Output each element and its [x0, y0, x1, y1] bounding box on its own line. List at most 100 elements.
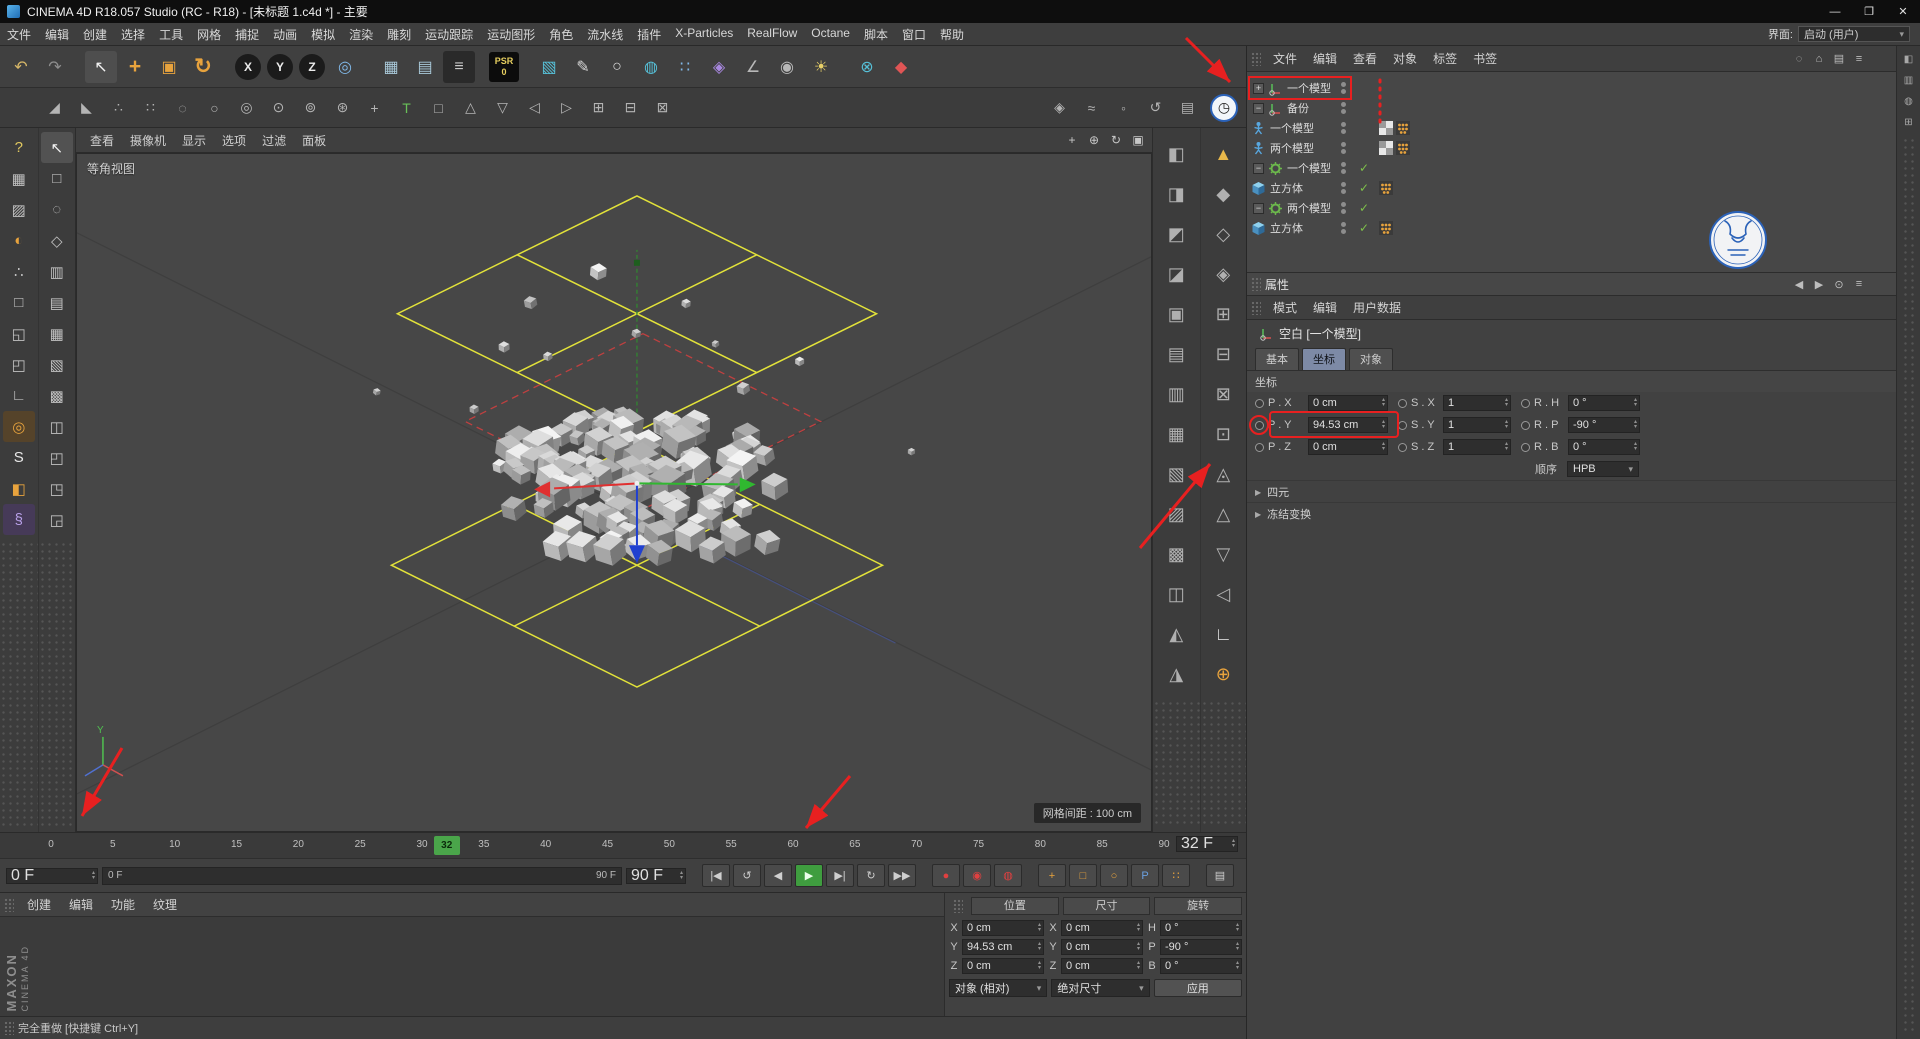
- menu-item[interactable]: 显示: [174, 132, 214, 149]
- panel-grip[interactable]: [953, 899, 963, 913]
- palette-icon[interactable]: ◫: [41, 411, 73, 442]
- command-palette-icon[interactable]: ◫: [1157, 574, 1195, 614]
- visibility-dots[interactable]: [1341, 162, 1346, 174]
- object-row[interactable]: 一个模型: [1247, 118, 1896, 138]
- menu-item[interactable]: 运动图形: [480, 26, 542, 43]
- menu-item[interactable]: 过滤: [254, 132, 294, 149]
- px-field[interactable]: 0 cm: [1308, 395, 1388, 411]
- keyframe-dot[interactable]: [1398, 399, 1407, 408]
- menu-item[interactable]: 创建: [18, 896, 60, 913]
- menu-item[interactable]: 窗口: [895, 26, 933, 43]
- command-palette-icon[interactable]: ▽: [1204, 534, 1242, 574]
- find-icon[interactable]: ◌: [1790, 50, 1808, 68]
- command-palette-icon[interactable]: ⊠: [1204, 374, 1242, 414]
- add-environment-button[interactable]: ∠: [737, 51, 769, 83]
- timeline-ruler[interactable]: 051015202530354045505560657075808590 32 …: [0, 832, 1246, 858]
- keyframe-dot[interactable]: [1521, 421, 1530, 430]
- maximize-button[interactable]: ❐: [1852, 0, 1886, 23]
- menu-item[interactable]: 创建: [76, 26, 114, 43]
- redo-button[interactable]: ↷: [39, 51, 71, 83]
- menu-item[interactable]: 查看: [82, 132, 122, 149]
- spinner[interactable]: [1503, 442, 1510, 452]
- workplane-mode-button[interactable]: ∟: [3, 380, 35, 411]
- psr-badge[interactable]: PSR 0: [489, 52, 519, 82]
- keyframe-dot[interactable]: [1255, 399, 1264, 408]
- enabled-check-icon[interactable]: [1359, 201, 1369, 215]
- workplane-icon[interactable]: ∟: [1204, 614, 1242, 654]
- frame-ruler[interactable]: 051015202530354045505560657075808590: [0, 833, 1246, 858]
- panel-grip[interactable]: [4, 1021, 14, 1035]
- coordinate-mode-select[interactable]: 对象 (相对): [949, 979, 1047, 997]
- position-x-field[interactable]: 0 cm: [962, 920, 1044, 936]
- command-palette-icon[interactable]: ◪: [1157, 254, 1195, 294]
- home-icon[interactable]: ⌂: [1810, 50, 1828, 68]
- tab-coordinates[interactable]: 坐标: [1302, 348, 1346, 370]
- spinner[interactable]: [1503, 398, 1510, 408]
- move-tool[interactable]: +: [119, 51, 151, 83]
- menu-item[interactable]: 动画: [266, 26, 304, 43]
- menu-item[interactable]: 文件: [1265, 50, 1305, 67]
- record-parameter-button[interactable]: P: [1131, 864, 1159, 887]
- coordinates-section-header[interactable]: 坐标: [1247, 370, 1896, 392]
- render-picture-viewer-button[interactable]: ▤: [409, 51, 441, 83]
- undo-button[interactable]: ↶: [5, 51, 37, 83]
- palette-icon[interactable]: ▦: [41, 318, 73, 349]
- loop-button[interactable]: ↻: [857, 864, 885, 887]
- record-scale-button[interactable]: □: [1069, 864, 1097, 887]
- object-row[interactable]: 备份: [1247, 98, 1896, 118]
- modeling-tool-icon[interactable]: ◦: [1109, 94, 1138, 122]
- expand-toggle[interactable]: [1253, 83, 1264, 94]
- command-palette-icon[interactable]: ▩: [1157, 534, 1195, 574]
- keyframe-dot[interactable]: [1255, 421, 1264, 430]
- visibility-dots[interactable]: [1341, 222, 1346, 234]
- command-palette-icon[interactable]: ◬: [1204, 454, 1242, 494]
- zoom-view-icon[interactable]: ⊕: [1084, 130, 1104, 150]
- particle-group-tag-icon[interactable]: [1379, 221, 1393, 235]
- model-mode-button[interactable]: ▨: [3, 194, 35, 225]
- rotation-h-field[interactable]: 0 °: [1160, 920, 1242, 936]
- spinner[interactable]: [1380, 442, 1387, 452]
- spinner[interactable]: [1135, 923, 1142, 933]
- palette-icon[interactable]: ▧: [41, 349, 73, 380]
- expand-toggle[interactable]: [1253, 203, 1264, 214]
- modeling-tool-icon[interactable]: ⊙: [264, 94, 293, 122]
- enabled-check-icon[interactable]: [1359, 181, 1369, 195]
- spinner[interactable]: [1230, 839, 1237, 849]
- menu-item[interactable]: 书签: [1465, 50, 1505, 67]
- tweak-mode-button[interactable]: ◰: [3, 349, 35, 380]
- rectangle-select-button[interactable]: □: [41, 163, 73, 194]
- visibility-dots[interactable]: [1341, 122, 1346, 134]
- menu-item[interactable]: 编辑: [1305, 50, 1345, 67]
- spinner[interactable]: [1234, 923, 1241, 933]
- command-palette-icon[interactable]: ▣: [1157, 294, 1195, 334]
- interface-select[interactable]: 启动 (用户): [1798, 26, 1910, 42]
- palette-icon[interactable]: ▥: [1900, 71, 1918, 89]
- enabled-check-icon[interactable]: [1359, 161, 1369, 175]
- keyframe-dot[interactable]: [1398, 443, 1407, 452]
- palette-icon[interactable]: ◲: [41, 504, 73, 535]
- add-light-button[interactable]: ☀: [805, 51, 837, 83]
- command-palette-icon[interactable]: ◮: [1157, 654, 1195, 694]
- pan-view-icon[interactable]: +: [1062, 130, 1082, 150]
- menu-item[interactable]: 雕刻: [380, 26, 418, 43]
- apply-button[interactable]: 应用: [1154, 979, 1242, 997]
- clock-icon[interactable]: ◷: [1210, 94, 1238, 122]
- rb-field[interactable]: 0 °: [1568, 439, 1640, 455]
- spinner[interactable]: [1036, 942, 1043, 952]
- command-palette-icon[interactable]: ⊞: [1204, 294, 1242, 334]
- menu-item[interactable]: X-Particles: [668, 26, 740, 43]
- py-field[interactable]: 94.53 cm: [1308, 417, 1388, 433]
- magic-solo-icon[interactable]: ▲: [1204, 134, 1242, 174]
- panel-menu-icon[interactable]: ≡: [1850, 50, 1868, 68]
- command-palette-icon[interactable]: ◧: [1157, 134, 1195, 174]
- polygon-mode-button[interactable]: ◱: [3, 318, 35, 349]
- current-frame-field[interactable]: 32 F: [1176, 836, 1238, 852]
- spinner[interactable]: [90, 871, 97, 881]
- add-primitive-button[interactable]: ▧: [533, 51, 565, 83]
- object-row[interactable]: 立方体: [1247, 178, 1896, 198]
- help-icon[interactable]: ?: [3, 132, 35, 163]
- point-mode-button[interactable]: ∴: [3, 256, 35, 287]
- frame-range-slider[interactable]: 0 F 90 F: [102, 867, 622, 885]
- object-row[interactable]: 一个模型: [1247, 78, 1896, 98]
- spinner[interactable]: [678, 871, 685, 881]
